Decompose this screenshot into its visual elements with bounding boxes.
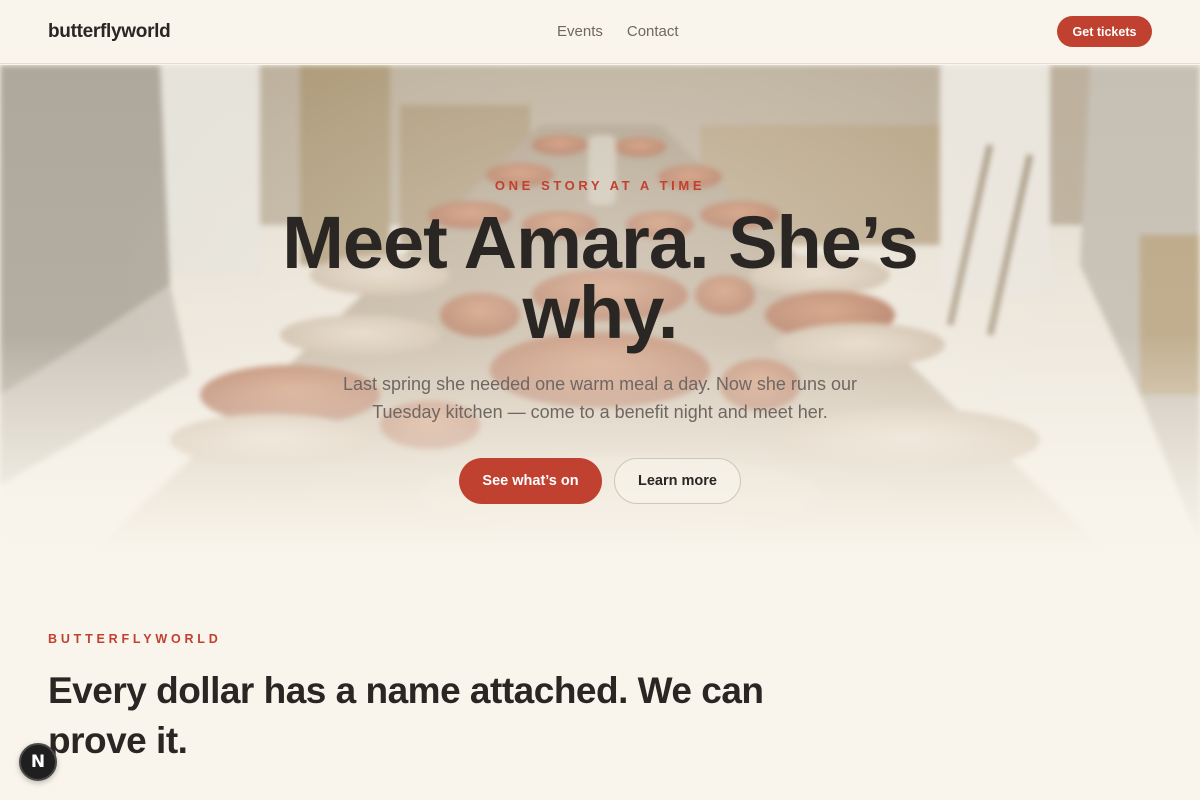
nav-link-events[interactable]: Events [557, 23, 603, 40]
hero-subtitle: Last spring she needed one warm meal a d… [343, 374, 857, 422]
nav-link-contact[interactable]: Contact [627, 23, 679, 40]
main-nav: Events Contact [557, 23, 679, 40]
section-title: Every dollar has a name attached. We can… [48, 670, 764, 761]
hero-section: ONE STORY AT A TIME Meet Amara. She’s wh… [0, 65, 1200, 555]
section-eyebrow: BUTTERFLYWORLD [48, 632, 222, 646]
n-letter-icon: N [30, 752, 46, 772]
hero-eyebrow: ONE STORY AT A TIME [494, 178, 706, 193]
site-header: butterflyworld Events Contact Get ticket… [0, 0, 1200, 64]
hero-title: Meet Amara. She’s why. [282, 201, 919, 354]
see-whats-on-button[interactable]: See what’s on [459, 458, 602, 504]
site-logo[interactable]: butterflyworld [48, 21, 171, 43]
learn-more-button[interactable]: Learn more [614, 458, 741, 504]
n-logo-badge[interactable]: N [19, 743, 57, 781]
get-tickets-button[interactable]: Get tickets [1057, 16, 1152, 47]
